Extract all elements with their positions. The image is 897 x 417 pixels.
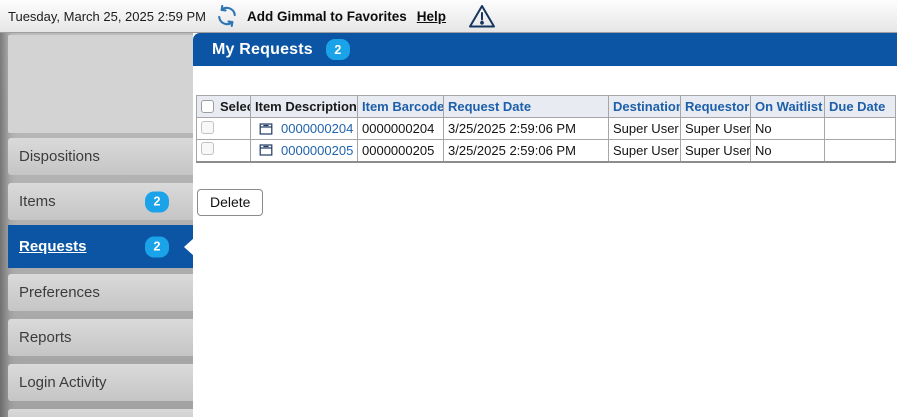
item-barcode-cell: 0000000205 <box>358 140 444 162</box>
item-description-cell: 0000000204 <box>251 118 358 140</box>
sidebar-item-label: Items <box>19 193 56 210</box>
column-header-select: Select <box>197 96 251 118</box>
destination-cell: Super User <box>609 118 681 140</box>
add-to-favorites-link[interactable]: Add Gimmal to Favorites <box>247 9 407 24</box>
refresh-icon[interactable] <box>216 5 238 27</box>
on-waitlist-cell: No <box>751 140 825 162</box>
requestor-cell: Super User <box>681 140 751 162</box>
sidebar-item-preferences[interactable]: Preferences <box>8 274 193 311</box>
sidebar-item-label: Reports <box>19 329 72 346</box>
due-date-cell <box>825 118 896 140</box>
warning-triangle-icon[interactable] <box>467 3 497 30</box>
requests-count-badge: 2 <box>326 39 350 60</box>
on-waitlist-cell: No <box>751 118 825 140</box>
sidebar-item-label: Login Activity <box>19 374 107 391</box>
request-date-cell: 3/25/2025 2:59:06 PM <box>444 140 609 162</box>
item-barcode-cell: 0000000204 <box>358 118 444 140</box>
sidebar-item-partial[interactable] <box>8 409 193 417</box>
due-date-cell <box>825 140 896 162</box>
table-row: 0000000204 0000000204 3/25/2025 2:59:06 … <box>197 118 896 140</box>
table-header-row: Select Item Description Item Barcode Req… <box>197 96 896 118</box>
page-header: My Requests 2 <box>193 33 897 66</box>
column-header-due-date[interactable]: Due Date <box>825 96 896 118</box>
sidebar-item-login-activity[interactable]: Login Activity <box>8 364 193 401</box>
select-all-checkbox[interactable] <box>201 100 214 113</box>
count-badge: 2 <box>145 236 169 257</box>
item-description-link[interactable]: 0000000205 <box>281 143 353 158</box>
sidebar-item-label: Requests <box>19 238 87 255</box>
count-badge: 2 <box>145 191 169 212</box>
column-header-destination[interactable]: Destination <box>609 96 681 118</box>
sidebar-item-requests[interactable]: Requests 2 <box>8 225 193 268</box>
row-select-checkbox[interactable] <box>201 142 214 155</box>
column-header-item-description: Item Description <box>251 96 358 118</box>
table-row: 0000000205 0000000205 3/25/2025 2:59:06 … <box>197 140 896 162</box>
page-title: My Requests <box>212 41 313 59</box>
record-box-icon <box>259 143 273 157</box>
row-select-checkbox[interactable] <box>201 121 214 134</box>
record-box-icon <box>259 122 273 136</box>
column-header-label: Select <box>220 99 251 114</box>
my-requests-table: Select Item Description Item Barcode Req… <box>196 95 896 163</box>
column-header-on-waitlist[interactable]: On Waitlist <box>751 96 825 118</box>
sidebar-item-dispositions[interactable]: Dispositions <box>8 138 193 175</box>
content-area: Select Item Description Item Barcode Req… <box>193 66 897 417</box>
column-header-request-date[interactable]: Request Date <box>444 96 609 118</box>
topbar: Tuesday, March 25, 2025 2:59 PM Add Gimm… <box>0 0 897 33</box>
datetime-text: Tuesday, March 25, 2025 2:59 PM <box>8 9 206 24</box>
item-description-link[interactable]: 0000000204 <box>281 121 353 136</box>
page-layout: Dispositions Items 2 Requests 2 Preferen… <box>0 33 897 417</box>
select-cell <box>197 140 251 162</box>
delete-button[interactable]: Delete <box>197 189 263 216</box>
selected-item-arrow <box>184 238 193 256</box>
request-date-cell: 3/25/2025 2:59:06 PM <box>444 118 609 140</box>
select-cell <box>197 118 251 140</box>
sidebar-item-items[interactable]: Items 2 <box>8 183 193 220</box>
destination-cell: Super User <box>609 140 681 162</box>
help-link[interactable]: Help <box>417 9 446 24</box>
column-header-item-barcode[interactable]: Item Barcode <box>358 96 444 118</box>
main-panel: My Requests 2 Select <box>193 33 897 417</box>
requestor-cell: Super User <box>681 118 751 140</box>
column-header-requestor[interactable]: Requestor <box>681 96 751 118</box>
item-description-cell: 0000000205 <box>251 140 358 162</box>
sidebar-item-label: Dispositions <box>19 148 100 165</box>
sidebar-item-label: Preferences <box>19 284 100 301</box>
sidebar-item-reports[interactable]: Reports <box>8 319 193 356</box>
sidebar: Dispositions Items 2 Requests 2 Preferen… <box>0 33 193 417</box>
logo-placeholder <box>8 35 193 133</box>
